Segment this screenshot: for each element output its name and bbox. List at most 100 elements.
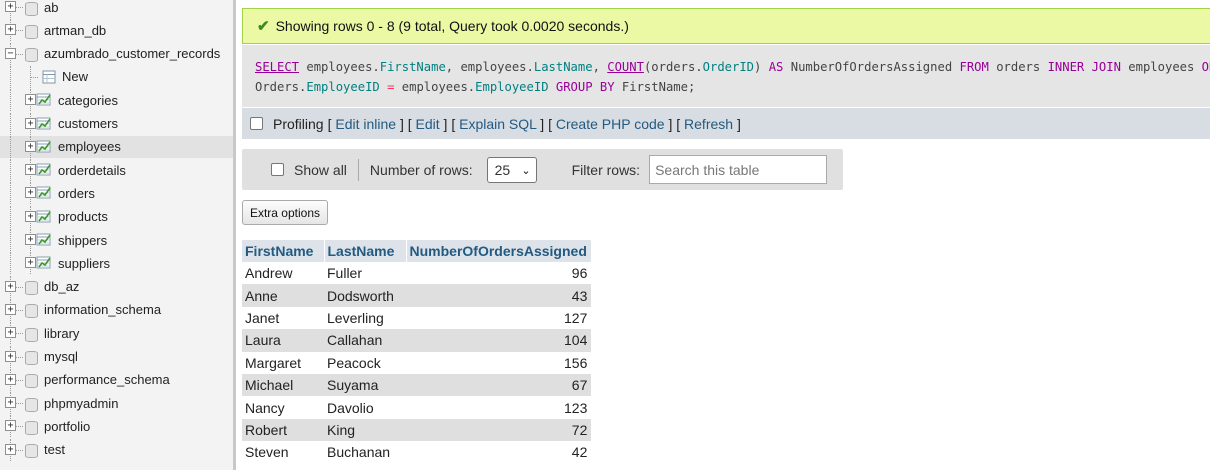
column-header-firstname[interactable]: FirstName bbox=[242, 240, 325, 262]
profiling-label: Profiling bbox=[273, 115, 324, 132]
query-options-bar: Profiling [ Edit inline ] [ Edit ] [ Exp… bbox=[242, 108, 1210, 139]
sidebar-item-suppliers[interactable]: + suppliers bbox=[0, 252, 233, 275]
sidebar-item-products[interactable]: + products bbox=[0, 205, 233, 228]
collapse-icon[interactable]: − bbox=[5, 47, 16, 59]
sidebar-item-employees[interactable]: + employees bbox=[0, 135, 233, 158]
expand-icon[interactable]: + bbox=[25, 94, 36, 106]
profiling-checkbox[interactable] bbox=[250, 117, 263, 130]
sql-token: EmployeeID bbox=[306, 80, 380, 94]
sidebar-item-shippers[interactable]: + shippers bbox=[0, 229, 233, 251]
sidebar-item-label: mysql bbox=[44, 349, 78, 364]
sidebar-item-orderdetails[interactable]: + orderdetails bbox=[0, 159, 233, 182]
rows-per-page-select[interactable]: 25 ⌄ bbox=[486, 156, 537, 183]
sql-token: FirstName bbox=[379, 60, 446, 74]
sidebar-item-label: shippers bbox=[58, 232, 108, 248]
expand-icon[interactable]: + bbox=[25, 140, 36, 152]
sidebar-item-information-schema[interactable]: + information_schema bbox=[0, 298, 233, 321]
sidebar-item-mysql[interactable]: + mysql bbox=[0, 345, 233, 368]
cell-lastname: Buchanan bbox=[327, 444, 391, 461]
expand-icon[interactable]: + bbox=[5, 443, 16, 455]
link-explain-sql[interactable]: Explain SQL bbox=[459, 116, 536, 132]
sidebar-item-ab[interactable]: + ab bbox=[0, 0, 233, 18]
database-icon bbox=[25, 420, 38, 435]
sql-query-display[interactable]: SELECT employees.FirstName, employees.La… bbox=[242, 45, 1210, 107]
database-icon bbox=[25, 280, 38, 296]
sidebar-item-db-az[interactable]: + db_az bbox=[0, 275, 233, 298]
sql-token: AS bbox=[768, 60, 784, 74]
sidebar-item-performance-schema[interactable]: + performance_schema bbox=[0, 368, 233, 391]
expand-icon[interactable]: + bbox=[5, 373, 16, 385]
cell-numberofordersassigned: 96 bbox=[571, 265, 588, 282]
sidebar-item-azumbrado-customer-records[interactable]: − azumbrado_customer_records bbox=[0, 42, 233, 65]
sidebar-item-portfolio[interactable]: + portfolio bbox=[0, 415, 233, 438]
bracket: ] bbox=[733, 115, 741, 132]
cell-lastname: Davolio bbox=[327, 399, 374, 416]
sidebar-item-label: categories bbox=[58, 92, 118, 108]
sql-token: orders bbox=[988, 60, 1048, 74]
filter-rows-input[interactable]: Search this table bbox=[649, 155, 828, 184]
expand-icon[interactable]: + bbox=[25, 187, 36, 199]
sidebar-item-new[interactable]: New bbox=[0, 65, 233, 88]
expand-icon[interactable]: + bbox=[25, 257, 36, 269]
expand-icon[interactable]: + bbox=[25, 210, 36, 222]
table-row[interactable]: Michael Suyama 67 bbox=[242, 373, 592, 397]
link-refresh[interactable]: Refresh bbox=[684, 116, 733, 132]
sidebar-item-label: library bbox=[44, 325, 80, 341]
table-row[interactable]: Anne Dodsworth 43 bbox=[242, 284, 592, 307]
cell-firstname: Janet bbox=[245, 309, 280, 326]
sql-token: FROM bbox=[959, 60, 989, 74]
checkmark-icon: ✔ bbox=[257, 18, 270, 35]
link-edit-inline[interactable]: Edit inline bbox=[335, 116, 396, 132]
table-row[interactable]: Janet Leverling 127 bbox=[242, 307, 591, 329]
expand-icon[interactable]: + bbox=[5, 280, 16, 292]
expand-icon[interactable]: + bbox=[25, 234, 36, 245]
expand-icon[interactable]: + bbox=[25, 117, 36, 129]
sidebar-item-categories[interactable]: + categories bbox=[0, 89, 233, 112]
table-row[interactable]: Laura Callahan 104 bbox=[242, 329, 592, 352]
column-header-numberofordersassigned[interactable]: NumberOfOrdersAssigned bbox=[406, 240, 592, 262]
table-icon bbox=[36, 256, 51, 269]
sql-token: LastName bbox=[533, 60, 593, 74]
expand-icon[interactable]: + bbox=[25, 164, 36, 176]
table-row[interactable]: Margaret Peacock 156 bbox=[242, 352, 591, 374]
sidebar-item-library[interactable]: + library bbox=[0, 322, 233, 345]
sidebar-item-artman-db[interactable]: + artman_db bbox=[0, 19, 233, 42]
database-icon bbox=[25, 24, 38, 39]
table-row[interactable]: Nancy Davolio 123 bbox=[242, 396, 591, 418]
expand-icon[interactable]: + bbox=[5, 24, 16, 36]
sql-token: , bbox=[592, 60, 608, 74]
cell-numberofordersassigned: 42 bbox=[571, 444, 588, 461]
sidebar-item-label: products bbox=[58, 209, 108, 225]
link-create-php-code[interactable]: Create PHP code bbox=[556, 116, 665, 132]
sql-token: INNER bbox=[1047, 60, 1085, 74]
table-icon bbox=[36, 210, 51, 223]
main-panel: ✔ Showing rows 0 - 8 (9 total, Query too… bbox=[242, 0, 1210, 470]
sidebar-item-orders[interactable]: + orders bbox=[0, 182, 233, 205]
sidebar-item-label: ab bbox=[44, 0, 59, 15]
sidebar-item-customers[interactable]: + customers bbox=[0, 112, 233, 135]
show-all-checkbox[interactable] bbox=[271, 163, 284, 176]
cell-numberofordersassigned: 43 bbox=[406, 284, 592, 307]
extra-options-button[interactable]: Extra options bbox=[242, 200, 328, 225]
filter-label: Filter rows: bbox=[571, 161, 641, 178]
table-row[interactable]: Robert King 72 bbox=[242, 418, 592, 442]
table-row[interactable]: Steven Buchanan 42 bbox=[242, 441, 591, 463]
rows-label: Number of rows: bbox=[369, 161, 473, 178]
cell-firstname: Andrew bbox=[245, 265, 293, 282]
table-row[interactable]: Andrew Fuller 96 bbox=[242, 262, 591, 284]
expand-icon[interactable]: + bbox=[5, 327, 16, 339]
sidebar-item-phpmyadmin[interactable]: + phpmyadmin bbox=[0, 392, 233, 415]
sidebar-item-test[interactable]: + test bbox=[0, 438, 233, 461]
link-edit[interactable]: Edit bbox=[416, 116, 440, 132]
column-header-lastname[interactable]: LastName bbox=[324, 240, 407, 262]
expand-icon[interactable]: + bbox=[5, 1, 16, 12]
expand-icon[interactable]: + bbox=[5, 420, 16, 432]
bracket: [ bbox=[407, 115, 416, 132]
expand-icon[interactable]: + bbox=[5, 397, 16, 409]
expand-icon[interactable]: + bbox=[5, 303, 16, 315]
sidebar-item-label: employees bbox=[58, 139, 121, 155]
filter-placeholder: Search this table bbox=[655, 161, 760, 178]
expand-icon[interactable]: + bbox=[5, 350, 16, 362]
sql-token: ON bbox=[1201, 60, 1210, 74]
